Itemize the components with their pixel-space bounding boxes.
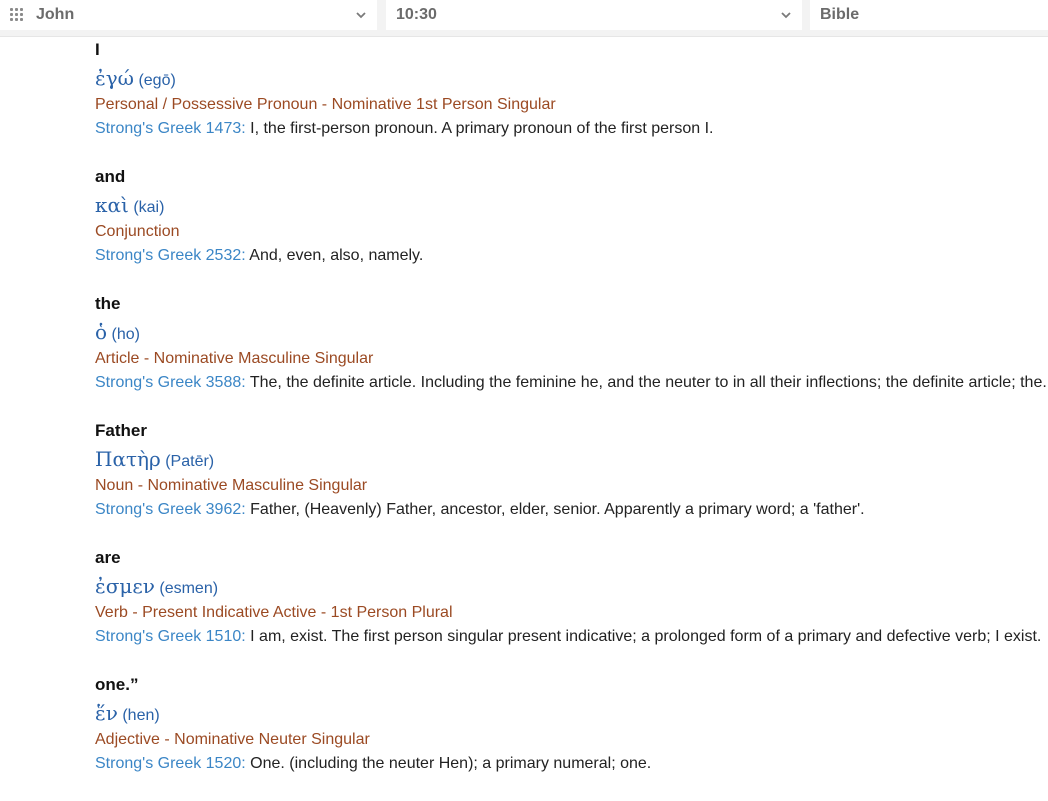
word-entry: and καὶ (kai) Conjunction Strong's Greek…: [95, 166, 1045, 293]
parsing-link[interactable]: Personal / Possessive Pronoun - Nominati…: [95, 93, 1045, 117]
greek-line: ἐγώ (egō): [95, 63, 1045, 93]
transliteration: (hen): [122, 707, 160, 724]
strongs-line: Strong's Greek 3962: Father, (Heavenly) …: [95, 498, 1045, 522]
word-entry: one.” ἕν (hen) Adjective - Nominative Ne…: [95, 674, 1045, 801]
book-label: John: [36, 6, 75, 23]
greek-line: ἕν (hen): [95, 698, 1045, 728]
parsing-link[interactable]: Verb - Present Indicative Active - 1st P…: [95, 601, 1045, 625]
transliteration: (ho): [111, 326, 140, 343]
chapter-verse-selector[interactable]: 10:30: [386, 0, 802, 30]
greek-word[interactable]: Πατὴρ: [95, 447, 161, 471]
strongs-definition: I am, exist. The first person singular p…: [245, 628, 1042, 645]
english-word: are: [95, 548, 121, 567]
parsing-link[interactable]: Adjective - Nominative Neuter Singular: [95, 728, 1045, 752]
greek-line: ὁ (ho): [95, 317, 1045, 347]
chevron-down-icon[interactable]: [780, 9, 792, 21]
chapter-verse-label: 10:30: [396, 6, 437, 23]
english-word: I: [95, 40, 100, 59]
greek-word[interactable]: ὁ: [95, 320, 107, 344]
greek-word[interactable]: ἐσμεν: [95, 574, 155, 598]
english-word: and: [95, 167, 126, 186]
strongs-line: Strong's Greek 1473: I, the first-person…: [95, 117, 1045, 141]
strongs-definition: One. (including the neuter Hen); a prima…: [245, 755, 652, 772]
parsing-link[interactable]: Article - Nominative Masculine Singular: [95, 347, 1045, 371]
greek-line: καὶ (kai): [95, 190, 1045, 220]
strongs-line: Strong's Greek 1520: One. (including the…: [95, 752, 1045, 776]
greek-word[interactable]: καὶ: [95, 193, 129, 217]
strongs-definition: I, the first-person pronoun. A primary p…: [245, 120, 714, 137]
chevron-down-icon[interactable]: [355, 9, 367, 21]
strongs-definition: Father, (Heavenly) Father, ancestor, eld…: [245, 501, 865, 518]
strongs-link[interactable]: Strong's Greek 3588:: [95, 374, 246, 391]
strongs-line: Strong's Greek 3588: The, the definite a…: [95, 371, 1047, 395]
strongs-link[interactable]: Strong's Greek 1520:: [95, 755, 246, 772]
greek-line: Πατὴρ (Patēr): [95, 444, 1045, 474]
greek-line: ἐσμεν (esmen): [95, 571, 1045, 601]
book-selector[interactable]: John: [0, 0, 377, 30]
parsing-link[interactable]: Noun - Nominative Masculine Singular: [95, 474, 1045, 498]
top-toolbar: John 10:30 Bible: [0, 0, 1048, 37]
strongs-link[interactable]: Strong's Greek 1510:: [95, 628, 246, 645]
transliteration: (egō): [138, 72, 176, 89]
strongs-link[interactable]: Strong's Greek 3962:: [95, 501, 246, 518]
strongs-definition: The, the definite article. Including the…: [245, 374, 1047, 391]
strongs-link[interactable]: Strong's Greek 1473:: [95, 120, 246, 137]
word-entry: are ἐσμεν (esmen) Verb - Present Indicat…: [95, 547, 1045, 674]
strongs-line: Strong's Greek 2532: And, even, also, na…: [95, 244, 1045, 268]
strongs-line: Strong's Greek 1510: I am, exist. The fi…: [95, 625, 1045, 649]
english-word: the: [95, 294, 121, 313]
transliteration: (Patēr): [165, 453, 215, 470]
word-entry: I ἐγώ (egō) Personal / Possessive Pronou…: [95, 39, 1045, 166]
transliteration: (kai): [133, 199, 165, 216]
interlinear-content: I ἐγώ (egō) Personal / Possessive Pronou…: [95, 39, 1047, 801]
strongs-link[interactable]: Strong's Greek 2532:: [95, 247, 246, 264]
greek-word[interactable]: ἐγώ: [95, 66, 134, 90]
greek-word[interactable]: ἕν: [95, 701, 118, 725]
word-entry: the ὁ (ho) Article - Nominative Masculin…: [95, 293, 1047, 420]
version-selector[interactable]: Bible: [810, 0, 1048, 30]
english-word: Father: [95, 421, 147, 440]
word-entry: Father Πατὴρ (Patēr) Noun - Nominative M…: [95, 420, 1045, 547]
english-word: one.”: [95, 675, 139, 694]
version-label: Bible: [820, 6, 860, 23]
strongs-definition: And, even, also, namely.: [245, 247, 424, 264]
transliteration: (esmen): [159, 580, 219, 597]
grid-menu-icon[interactable]: [10, 8, 24, 22]
parsing-link[interactable]: Conjunction: [95, 220, 1045, 244]
